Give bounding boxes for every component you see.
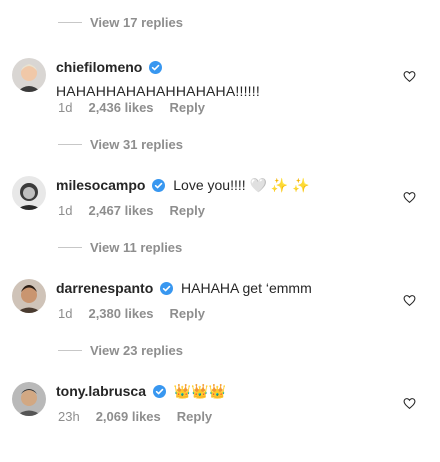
divider [58, 350, 82, 351]
divider [58, 22, 82, 23]
avatar[interactable] [12, 382, 46, 416]
comment-username[interactable]: milesocampo [56, 177, 145, 193]
comment-meta: 1d 2,467 likes Reply [58, 203, 205, 218]
comment-meta: 23h 2,069 likes Reply [58, 409, 212, 424]
verified-badge-icon [160, 281, 174, 299]
divider [58, 247, 82, 248]
likes-count[interactable]: 2,436 likes [88, 100, 153, 115]
verified-badge-icon [152, 384, 166, 402]
comment-meta: 1d 2,380 likes Reply [58, 306, 205, 321]
comment-text: Love you!!!! 🤍 ✨ ✨ [173, 177, 310, 193]
view-replies-label: View 11 replies [90, 240, 183, 255]
view-replies-label: View 31 replies [90, 137, 183, 152]
heart-outline-icon[interactable] [403, 294, 416, 307]
avatar[interactable] [12, 58, 46, 92]
heart-outline-icon[interactable] [403, 397, 416, 410]
comment-age: 1d [58, 100, 73, 115]
heart-outline-icon[interactable] [403, 191, 416, 204]
comment-age: 1d [58, 203, 73, 218]
comment-meta: 1d 2,436 likes Reply [58, 100, 205, 115]
view-replies-1[interactable]: View 31 replies [58, 137, 183, 152]
comment-username[interactable]: chiefilomeno [56, 59, 142, 75]
view-replies-2[interactable]: View 11 replies [58, 240, 182, 255]
comment-body: milesocampo Love you!!!! 🤍 ✨ ✨ [56, 176, 386, 196]
comment-text: HAHAHA get ‘emmm [181, 280, 312, 296]
comment-username[interactable]: darrenespanto [56, 280, 153, 296]
likes-count[interactable]: 2,380 likes [88, 306, 153, 321]
comment-text: 👑👑👑 [173, 383, 227, 399]
reply-button[interactable]: Reply [170, 100, 205, 115]
view-replies-label: View 17 replies [90, 15, 183, 30]
comment-body: chiefilomeno HAHAHHAHAHAHHAHAHA!!!!!! [56, 58, 386, 100]
avatar[interactable] [12, 279, 46, 313]
reply-button[interactable]: Reply [170, 203, 205, 218]
avatar[interactable] [12, 176, 46, 210]
reply-button[interactable]: Reply [177, 409, 212, 424]
comment-age: 1d [58, 306, 73, 321]
comment-tony-labrusca: tony.labrusca 👑👑👑 23h 2,069 likes Reply [0, 382, 440, 462]
likes-count[interactable]: 2,069 likes [96, 409, 161, 424]
view-replies-top[interactable]: View 17 replies [58, 15, 183, 30]
comment-age: 23h [58, 409, 80, 424]
comment-body: darrenespanto HAHAHA get ‘emmm [56, 279, 386, 299]
heart-outline-icon[interactable] [403, 70, 416, 83]
likes-count[interactable]: 2,467 likes [88, 203, 153, 218]
comment-username[interactable]: tony.labrusca [56, 383, 146, 399]
verified-badge-icon [149, 60, 163, 78]
comment-text: HAHAHHAHAHAHHAHAHA!!!!!! [56, 83, 260, 99]
comment-body: tony.labrusca 👑👑👑 [56, 382, 386, 402]
reply-button[interactable]: Reply [170, 306, 205, 321]
comment-chiefilomeno: chiefilomeno HAHAHHAHAHAHHAHAHA!!!!!! 1d… [0, 58, 440, 138]
divider [58, 144, 82, 145]
view-replies-3[interactable]: View 23 replies [58, 343, 183, 358]
view-replies-label: View 23 replies [90, 343, 183, 358]
verified-badge-icon [152, 178, 166, 196]
